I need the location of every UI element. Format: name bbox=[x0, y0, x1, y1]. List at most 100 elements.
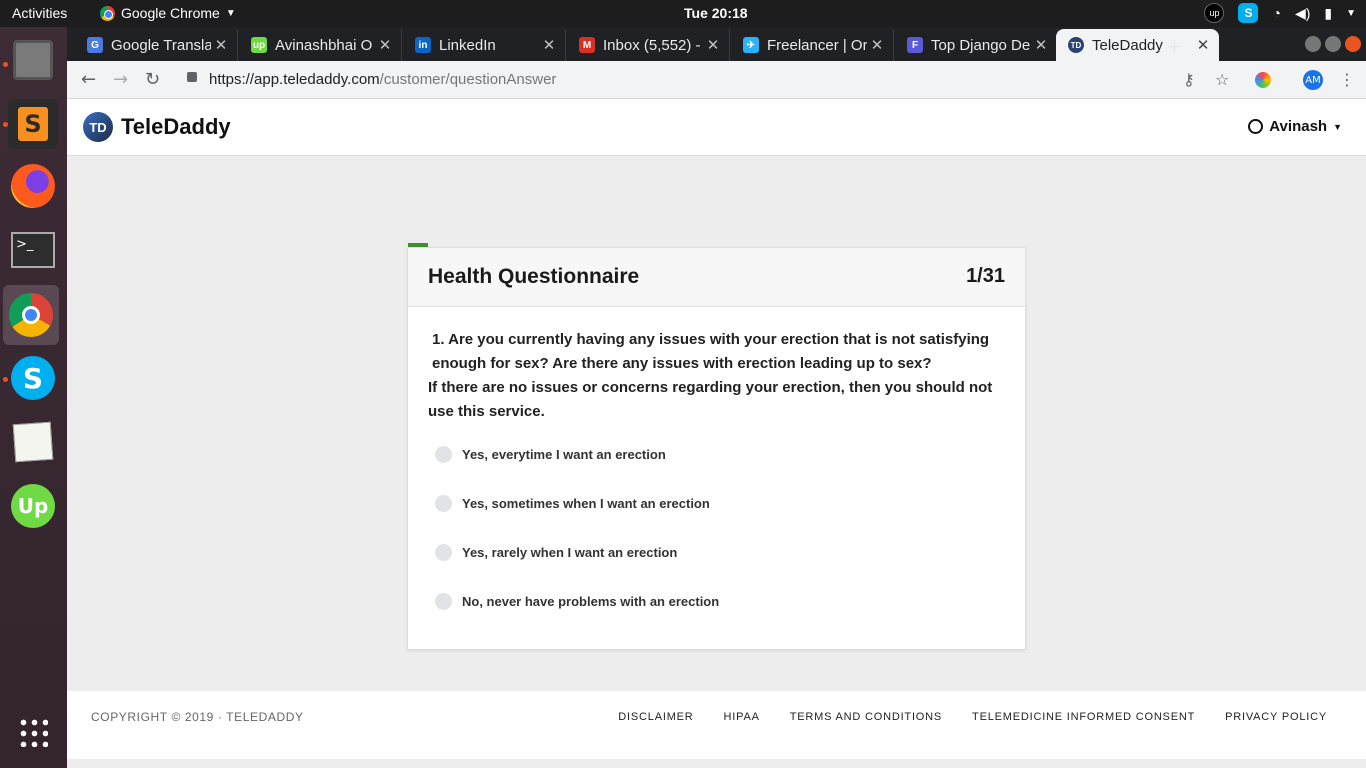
wifi-icon[interactable]: ◔ bbox=[1272, 5, 1280, 21]
close-tab-icon[interactable]: ✕ bbox=[867, 36, 887, 54]
terminal-icon[interactable]: >_ bbox=[8, 225, 58, 275]
back-icon[interactable]: ← bbox=[81, 69, 96, 90]
app-menu[interactable]: Google Chrome ▼ bbox=[100, 5, 236, 21]
user-icon bbox=[1248, 119, 1264, 134]
question-counter: 1/31 bbox=[966, 265, 1005, 287]
radio-button[interactable] bbox=[435, 593, 452, 610]
close-tab-icon[interactable]: ✕ bbox=[375, 36, 395, 54]
forward-icon[interactable]: → bbox=[113, 69, 128, 90]
answer-label: Yes, rarely when I want an erection bbox=[462, 545, 678, 560]
close-tab-icon[interactable]: ✕ bbox=[211, 36, 231, 54]
footer-link-hipaa[interactable]: HIPAA bbox=[724, 711, 760, 723]
answer-label: No, never have problems with an erection bbox=[462, 594, 720, 609]
footer-link-disclaimer[interactable]: DISCLAIMER bbox=[618, 711, 693, 723]
battery-icon[interactable]: ▮ bbox=[1324, 5, 1332, 22]
logo-mark: TD bbox=[83, 112, 113, 142]
freelancer-icon: ✈ bbox=[743, 37, 759, 53]
upwork-icon[interactable]: Up bbox=[8, 481, 58, 531]
reload-icon[interactable]: ↻ bbox=[145, 69, 160, 90]
site-footer: COPYRIGHT © 2019 · TELEDADDY DISCLAIMER … bbox=[67, 691, 1366, 759]
text-editor-icon[interactable] bbox=[8, 417, 58, 467]
minimize-button[interactable] bbox=[1305, 36, 1321, 52]
answer-label: Yes, everytime I want an erection bbox=[462, 447, 666, 462]
lock-icon[interactable] bbox=[187, 72, 197, 82]
tab-django[interactable]: F Top Django De ✕ bbox=[895, 29, 1058, 61]
user-name: Avinash bbox=[1269, 118, 1328, 135]
skype-tray-icon[interactable]: S bbox=[1238, 3, 1259, 23]
teledaddy-icon: TD bbox=[1068, 37, 1084, 53]
tab-upwork[interactable]: up Avinashbhai O ✕ bbox=[239, 29, 402, 61]
chrome-icon bbox=[100, 5, 115, 21]
volume-icon[interactable]: ◀) bbox=[1295, 5, 1310, 22]
radio-button[interactable] bbox=[435, 495, 452, 512]
django-icon: F bbox=[907, 37, 923, 53]
browser-toolbar: ← → ↻ https://app.teledaddy.com/customer… bbox=[67, 61, 1366, 99]
tab-linkedin[interactable]: in LinkedIn ✕ bbox=[403, 29, 566, 61]
tab-google-translate[interactable]: G Google Transla ✕ bbox=[75, 29, 238, 61]
close-tab-icon[interactable]: ✕ bbox=[1193, 36, 1213, 54]
close-window-button[interactable] bbox=[1345, 36, 1361, 52]
address-bar[interactable]: https://app.teledaddy.com/customer/quest… bbox=[209, 71, 556, 88]
sublime-text-icon[interactable]: S bbox=[8, 99, 58, 149]
footer-link-privacy[interactable]: PRIVACY POLICY bbox=[1225, 711, 1327, 723]
tab-label: Avinashbhai O bbox=[275, 36, 373, 54]
skype-icon[interactable]: S bbox=[8, 353, 58, 403]
firefox-icon[interactable] bbox=[8, 161, 58, 211]
user-menu[interactable]: Avinash ▼ bbox=[1248, 118, 1342, 135]
question-text: 1. Are you currently having any issues w… bbox=[428, 328, 1013, 424]
upwork-tray-icon[interactable]: up bbox=[1204, 3, 1225, 23]
new-tab-button[interactable]: + bbox=[1166, 34, 1183, 58]
gmail-icon: M bbox=[579, 37, 595, 53]
launcher-dock: S >_ S Up bbox=[0, 27, 67, 768]
answer-option[interactable]: Yes, everytime I want an erection bbox=[435, 446, 666, 463]
tab-label: Inbox (5,552) - bbox=[603, 36, 701, 54]
close-tab-icon[interactable]: ✕ bbox=[539, 36, 559, 54]
close-tab-icon[interactable]: ✕ bbox=[1031, 36, 1051, 54]
chevron-down-icon: ▼ bbox=[225, 7, 236, 19]
radio-button[interactable] bbox=[435, 544, 452, 561]
copyright-text: COPYRIGHT © 2019 · TELEDADDY bbox=[91, 710, 304, 724]
close-tab-icon[interactable]: ✕ bbox=[703, 36, 723, 54]
progress-bar bbox=[408, 243, 428, 247]
files-icon[interactable] bbox=[8, 35, 58, 85]
tab-label: Freelancer | Or bbox=[767, 36, 867, 54]
maximize-button[interactable] bbox=[1325, 36, 1341, 52]
clock[interactable]: Tue 20:18 bbox=[684, 5, 748, 21]
web-page: TD TeleDaddy Avinash ▼ Health Questionna… bbox=[67, 99, 1366, 768]
footer-link-consent[interactable]: TELEMEDICINE INFORMED CONSENT bbox=[972, 711, 1195, 723]
linkedin-icon: in bbox=[415, 37, 431, 53]
site-logo[interactable]: TD TeleDaddy bbox=[83, 112, 231, 142]
card-title: Health Questionnaire bbox=[428, 265, 640, 288]
menu-icon[interactable]: ⋮ bbox=[1339, 70, 1355, 89]
question-prompt: 1. Are you currently having any issues w… bbox=[432, 331, 990, 372]
profile-avatar[interactable]: AM bbox=[1303, 70, 1323, 90]
card-header: Health Questionnaire 1/31 bbox=[408, 248, 1025, 307]
questionnaire-card: Health Questionnaire 1/31 1. Are you cur… bbox=[407, 243, 1026, 650]
footer-link-terms[interactable]: TERMS AND CONDITIONS bbox=[790, 711, 942, 723]
question-note: If there are no issues or concerns regar… bbox=[428, 379, 993, 420]
site-navbar: TD TeleDaddy Avinash ▼ bbox=[67, 99, 1366, 156]
extension-icon[interactable] bbox=[1255, 72, 1271, 88]
show-applications-icon[interactable] bbox=[8, 707, 58, 757]
tab-gmail[interactable]: M Inbox (5,552) - ✕ bbox=[567, 29, 730, 61]
chrome-dock-icon[interactable] bbox=[3, 285, 59, 345]
answer-option[interactable]: Yes, sometimes when I want an erection bbox=[435, 495, 710, 512]
brand-name: TeleDaddy bbox=[121, 114, 231, 139]
answer-label: Yes, sometimes when I want an erection bbox=[462, 496, 710, 511]
key-icon[interactable]: ⚷ bbox=[1183, 70, 1195, 89]
tab-label: Google Transla bbox=[111, 36, 211, 54]
activities-button[interactable]: Activities bbox=[12, 5, 67, 21]
app-menu-label: Google Chrome bbox=[121, 5, 220, 21]
url-host: https://app.teledaddy.com bbox=[209, 71, 380, 88]
tab-freelancer[interactable]: ✈ Freelancer | Or ✕ bbox=[731, 29, 894, 61]
radio-button[interactable] bbox=[435, 446, 452, 463]
google-translate-icon: G bbox=[87, 37, 103, 53]
url-path: /customer/questionAnswer bbox=[379, 71, 557, 88]
answer-option[interactable]: No, never have problems with an erection bbox=[435, 593, 719, 610]
power-menu-icon[interactable]: ▼ bbox=[1346, 8, 1356, 19]
tab-teledaddy[interactable]: TD TeleDaddy ✕ bbox=[1056, 29, 1219, 61]
footer-links: DISCLAIMER HIPAA TERMS AND CONDITIONS TE… bbox=[618, 711, 1327, 723]
tab-label: Top Django De bbox=[931, 36, 1031, 54]
answer-option[interactable]: Yes, rarely when I want an erection bbox=[435, 544, 677, 561]
bookmark-star-icon[interactable]: ☆ bbox=[1215, 70, 1229, 89]
